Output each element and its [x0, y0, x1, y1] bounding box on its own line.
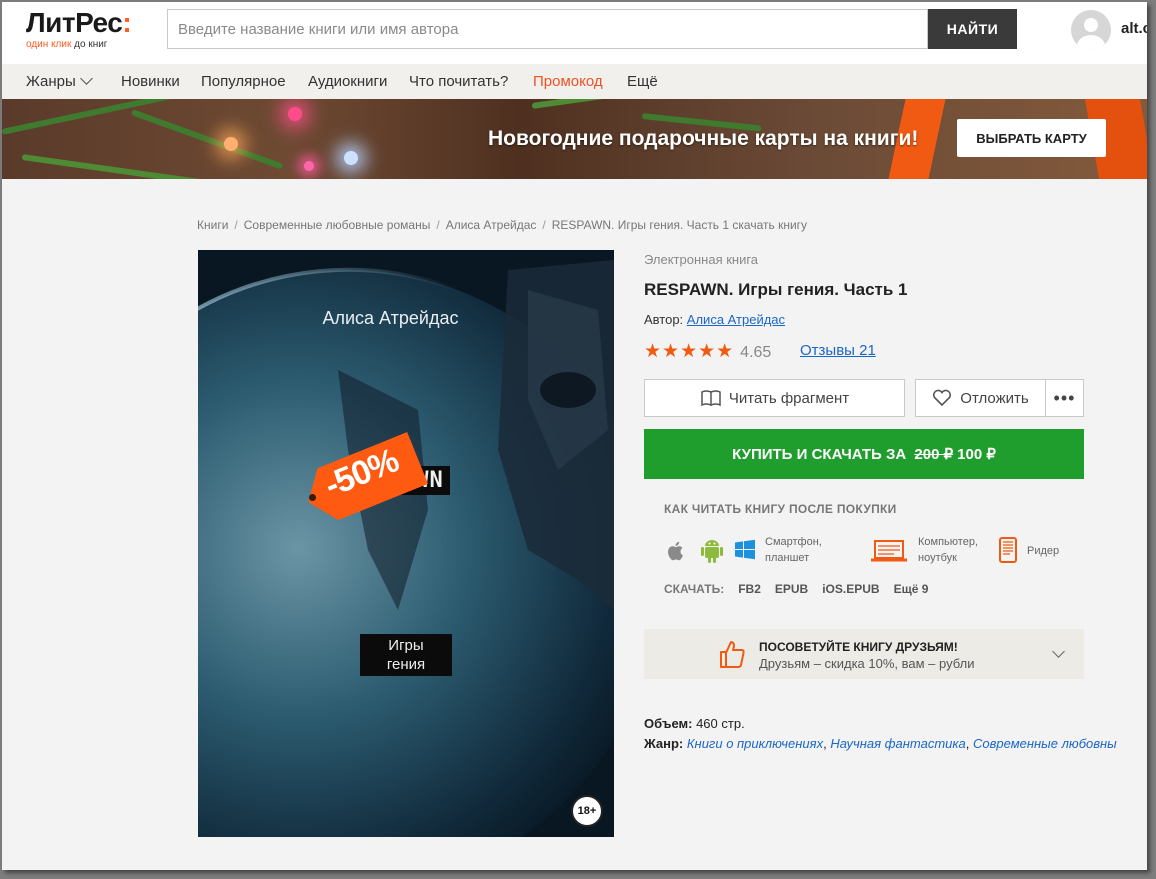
price: 100 ₽ — [957, 446, 996, 463]
nav-new[interactable]: Новинки — [121, 73, 180, 90]
buy-label: КУПИТЬ И СКАЧАТЬ ЗА — [732, 446, 907, 463]
fir-branch-decoration — [21, 154, 221, 179]
read-fragment-button[interactable]: Читать фрагмент — [644, 379, 905, 417]
heart-icon — [933, 389, 952, 407]
book-kind: Электронная книга — [644, 252, 759, 267]
choose-card-button[interactable]: ВЫБРАТЬ КАРТУ — [957, 119, 1106, 157]
author-link[interactable]: Алиса Атрейдас — [687, 312, 785, 327]
rating-row: ★★★★★ 4.65 — [644, 340, 771, 363]
computer-label: Компьютер, ноутбук — [918, 534, 978, 566]
breadcrumb-books[interactable]: Книги — [197, 218, 228, 232]
postpone-button[interactable]: Отложить — [915, 379, 1046, 417]
format-ios-epub[interactable]: iOS.EPUB — [822, 582, 879, 596]
buy-download-button[interactable]: КУПИТЬ И СКАЧАТЬ ЗА 200 ₽100 ₽ — [644, 429, 1084, 479]
recommend-title: ПОСОВЕТУЙТЕ КНИГУ ДРУЗЬЯМ! — [759, 640, 958, 654]
garland-light-icon — [344, 151, 358, 165]
read-fragment-label: Читать фрагмент — [728, 389, 850, 407]
nav-popular[interactable]: Популярное — [201, 73, 286, 90]
logo-colon: : — [122, 7, 132, 38]
format-more[interactable]: Ещё 9 — [894, 582, 929, 596]
user-name[interactable]: alt.c — [1121, 20, 1147, 37]
rating-stars-icon[interactable]: ★★★★★ — [644, 341, 734, 362]
nav-promocode[interactable]: Промокод — [533, 73, 603, 90]
more-options-button[interactable]: ••• — [1045, 379, 1084, 417]
fir-branch-decoration — [130, 109, 284, 170]
recommend-subtitle: Друзьям – скидка 10%, вам – рубли — [759, 656, 975, 671]
author-row: Автор: Алиса Атрейдас — [644, 312, 785, 327]
litres-logo[interactable]: ЛитРес: один клик до книг — [26, 7, 146, 57]
breadcrumb-separator: / — [542, 218, 546, 232]
smartphone-label-line-1: Смартфон, — [765, 536, 822, 548]
promo-banner[interactable]: Новогодние подарочные карты на книги! ВЫ… — [2, 99, 1147, 179]
author-label: Автор: — [644, 312, 684, 327]
old-price: 200 ₽ — [914, 446, 954, 463]
smartphone-label-line-2: планшет — [765, 552, 810, 564]
windows-icon[interactable] — [734, 539, 756, 561]
computer-label-line-1: Компьютер, — [918, 536, 978, 548]
nav-audiobooks[interactable]: Аудиокниги — [308, 73, 387, 90]
logo-tagline-a: один клик — [26, 39, 72, 50]
search-input[interactable] — [167, 9, 928, 49]
format-fb2[interactable]: FB2 — [738, 582, 761, 596]
format-epub[interactable]: EPUB — [775, 582, 808, 596]
main-nav: Жанры Новинки Популярное Аудиокниги Что … — [2, 64, 1147, 99]
chevron-down-icon — [79, 72, 93, 85]
user-avatar-icon[interactable] — [1071, 10, 1111, 50]
nav-genres-label: Жанры — [26, 73, 76, 90]
cover-artwork — [198, 250, 614, 837]
cover-author: Алиса Атрейдас — [322, 308, 459, 328]
logo-tagline-b: до книг — [74, 39, 108, 50]
rating-value: 4.65 — [740, 344, 772, 361]
breadcrumb-separator: / — [234, 218, 238, 232]
chevron-down-icon[interactable] — [1052, 645, 1065, 658]
ereader-icon[interactable] — [998, 537, 1018, 563]
genre-label: Жанр: — [644, 736, 684, 751]
browser-page: ЛитРес: один клик до книг НАЙТИ alt.c Жа… — [2, 2, 1147, 870]
breadcrumb-genre[interactable]: Современные любовные романы — [244, 218, 431, 232]
breadcrumb-current: RESPAWN. Игры гения. Часть 1 скачать кни… — [551, 218, 808, 232]
download-label: СКАЧАТЬ: — [664, 582, 725, 596]
breadcrumb-separator: / — [436, 218, 440, 232]
reader-label: Ридер — [1027, 545, 1060, 557]
how-to-read-heading: КАК ЧИТАТЬ КНИГУ ПОСЛЕ ПОКУПКИ — [664, 502, 897, 516]
apple-icon[interactable] — [664, 539, 688, 563]
breadcrumb: Книги / Современные любовные романы / Алиса … — [197, 218, 807, 232]
open-book-icon — [701, 390, 721, 407]
cover-subtitle-line-2: гения — [386, 656, 426, 673]
book-cover[interactable]: Алиса Атрейдас RESPAWN Игрыгения 18+ — [198, 250, 614, 837]
genre-link-romance[interactable]: Современные любовны — [973, 736, 1117, 751]
genre-row: Жанр: Книги о приключениях, Научная фант… — [644, 736, 1117, 751]
computer-label-line-2: ноутбук — [918, 552, 957, 564]
volume-value: 460 стр. — [696, 716, 745, 731]
age-rating-badge: 18+ — [571, 795, 603, 827]
garland-light-icon — [224, 137, 238, 151]
recommend-to-friends-panel[interactable]: ПОСОВЕТУЙТЕ КНИГУ ДРУЗЬЯМ! Друзьям – ски… — [644, 629, 1084, 679]
nav-what-to-read[interactable]: Что почитать? — [409, 73, 508, 90]
site-header: ЛитРес: один клик до книг НАЙТИ alt.c — [2, 2, 1147, 64]
download-formats: СКАЧАТЬ: FB2 EPUB iOS.EPUB Ещё 9 — [664, 582, 942, 596]
android-icon[interactable] — [700, 538, 724, 564]
thumbs-up-icon — [720, 641, 745, 668]
garland-light-icon — [288, 107, 302, 121]
volume-row: Объем: 460 стр. — [644, 716, 745, 731]
genre-link-scifi[interactable]: Научная фантастика — [830, 736, 965, 751]
nav-more[interactable]: Ещё — [627, 73, 658, 90]
postpone-label: Отложить — [960, 389, 1029, 407]
laptop-icon[interactable] — [870, 539, 908, 563]
tag-hole-icon — [309, 494, 316, 501]
book-title: RESPAWN. Игры гения. Часть 1 — [644, 280, 908, 299]
logo-name: ЛитРес — [26, 7, 123, 38]
breadcrumb-author[interactable]: Алиса Атрейдас — [446, 218, 537, 232]
search-button[interactable]: НАЙТИ — [928, 9, 1017, 49]
volume-label: Объем: — [644, 716, 693, 731]
fir-branch-decoration — [531, 99, 691, 109]
banner-text: Новогодние подарочные карты на книги! — [488, 127, 919, 150]
cover-subtitle-line-1: Игры — [388, 637, 424, 654]
genre-link-adventure[interactable]: Книги о приключениях — [687, 736, 823, 751]
reviews-link[interactable]: Отзывы 21 — [800, 342, 876, 359]
garland-light-icon — [304, 161, 314, 171]
nav-genres[interactable]: Жанры — [26, 72, 93, 90]
smartphone-label: Смартфон, планшет — [765, 534, 822, 566]
cover-subtitle: Игры гения — [360, 634, 452, 676]
